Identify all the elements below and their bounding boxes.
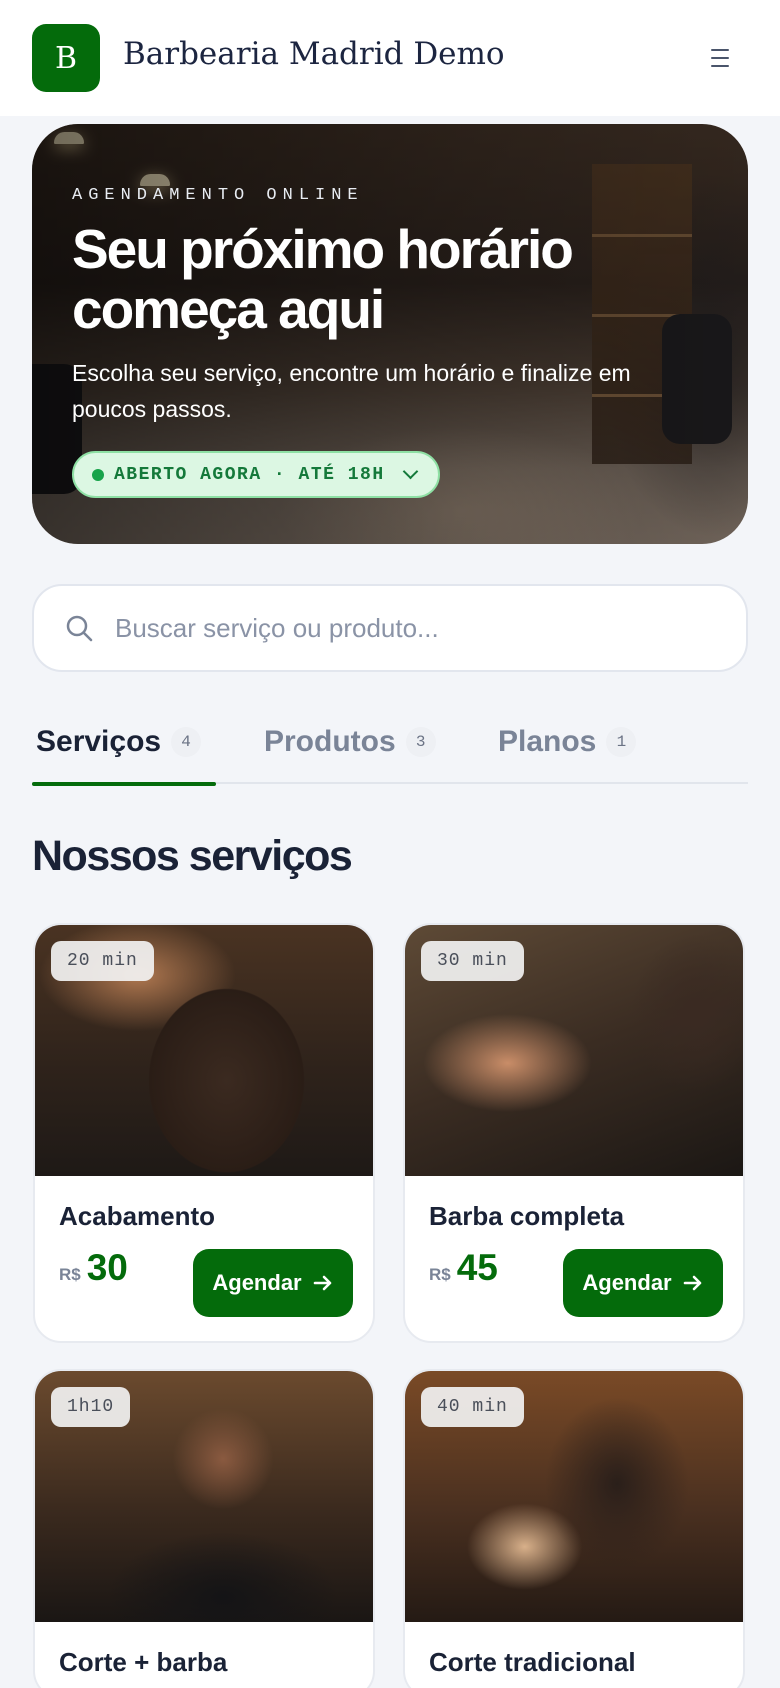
category-tabs: Serviços 4 Produtos 3 Planos 1 [32, 700, 748, 786]
agendar-button[interactable]: Agendar [563, 1249, 723, 1317]
section-title: Nossos serviços [32, 832, 353, 880]
price-value: 30 [86, 1247, 128, 1288]
search-input[interactable] [115, 612, 675, 644]
service-card[interactable]: 1h10 Corte + barba [33, 1369, 375, 1688]
tab-servicos[interactable]: Serviços 4 [32, 700, 216, 786]
service-card[interactable]: 40 min Corte tradicional [403, 1369, 745, 1688]
service-card[interactable]: 30 min Barba completa R$ 45 Agendar [403, 923, 745, 1343]
tab-produtos[interactable]: Produtos 3 [264, 700, 436, 784]
chevron-down-icon [402, 463, 418, 480]
search-icon [66, 615, 93, 642]
price-value: 45 [456, 1247, 498, 1288]
tab-count-badge: 1 [606, 727, 637, 757]
status-dot-icon [92, 468, 104, 481]
agendar-button[interactable]: Agendar [193, 1249, 353, 1317]
button-label: Agendar [212, 1270, 302, 1295]
tab-label: Produtos [264, 725, 396, 758]
tab-count-badge: 4 [171, 727, 202, 757]
service-card[interactable]: 20 min Acabamento R$ 30 Agendar [33, 923, 375, 1343]
price-currency: R$ [429, 1265, 451, 1284]
service-price: R$ 45 [429, 1247, 498, 1289]
app-header: B Barbearia Madrid Demo [0, 0, 780, 116]
brand-logo[interactable]: B [32, 24, 100, 92]
hamburger-menu-icon[interactable] [706, 44, 734, 72]
hero-banner: AGENDAMENTO ONLINE Seu próximo horário c… [32, 124, 748, 544]
service-name: Corte + barba [59, 1647, 228, 1677]
service-name: Corte tradicional [429, 1647, 636, 1677]
duration-badge: 20 min [51, 941, 154, 981]
hero-title: Seu próximo horário começa aqui [72, 218, 574, 340]
duration-badge: 30 min [421, 941, 524, 981]
button-label: Agendar [582, 1270, 672, 1295]
status-label: ABERTO AGORA · ATÉ 18H [114, 464, 385, 485]
service-name: Acabamento [59, 1201, 216, 1231]
arrow-right-icon [683, 1275, 701, 1291]
tab-planos[interactable]: Planos 1 [498, 700, 637, 784]
hero-subtitle: Escolha seu serviço, encontre um horário… [72, 360, 631, 422]
service-name: Barba completa [429, 1201, 625, 1231]
hero-content: AGENDAMENTO ONLINE Seu próximo horário c… [72, 186, 712, 498]
tab-count-badge: 3 [405, 727, 436, 757]
brand-name: Barbearia Madrid Demo [123, 36, 505, 72]
search-bar [32, 584, 748, 672]
price-currency: R$ [59, 1265, 81, 1284]
tab-label: Planos [498, 725, 597, 758]
duration-badge: 40 min [421, 1387, 524, 1427]
arrow-right-icon [313, 1275, 331, 1291]
duration-badge: 1h10 [51, 1387, 131, 1427]
tab-label: Serviços [36, 725, 162, 758]
service-price: R$ 30 [59, 1247, 128, 1289]
active-tab-indicator [32, 782, 216, 786]
hero-eyebrow: AGENDAMENTO ONLINE [72, 186, 364, 205]
opening-status-button[interactable]: ABERTO AGORA · ATÉ 18H [72, 451, 440, 498]
